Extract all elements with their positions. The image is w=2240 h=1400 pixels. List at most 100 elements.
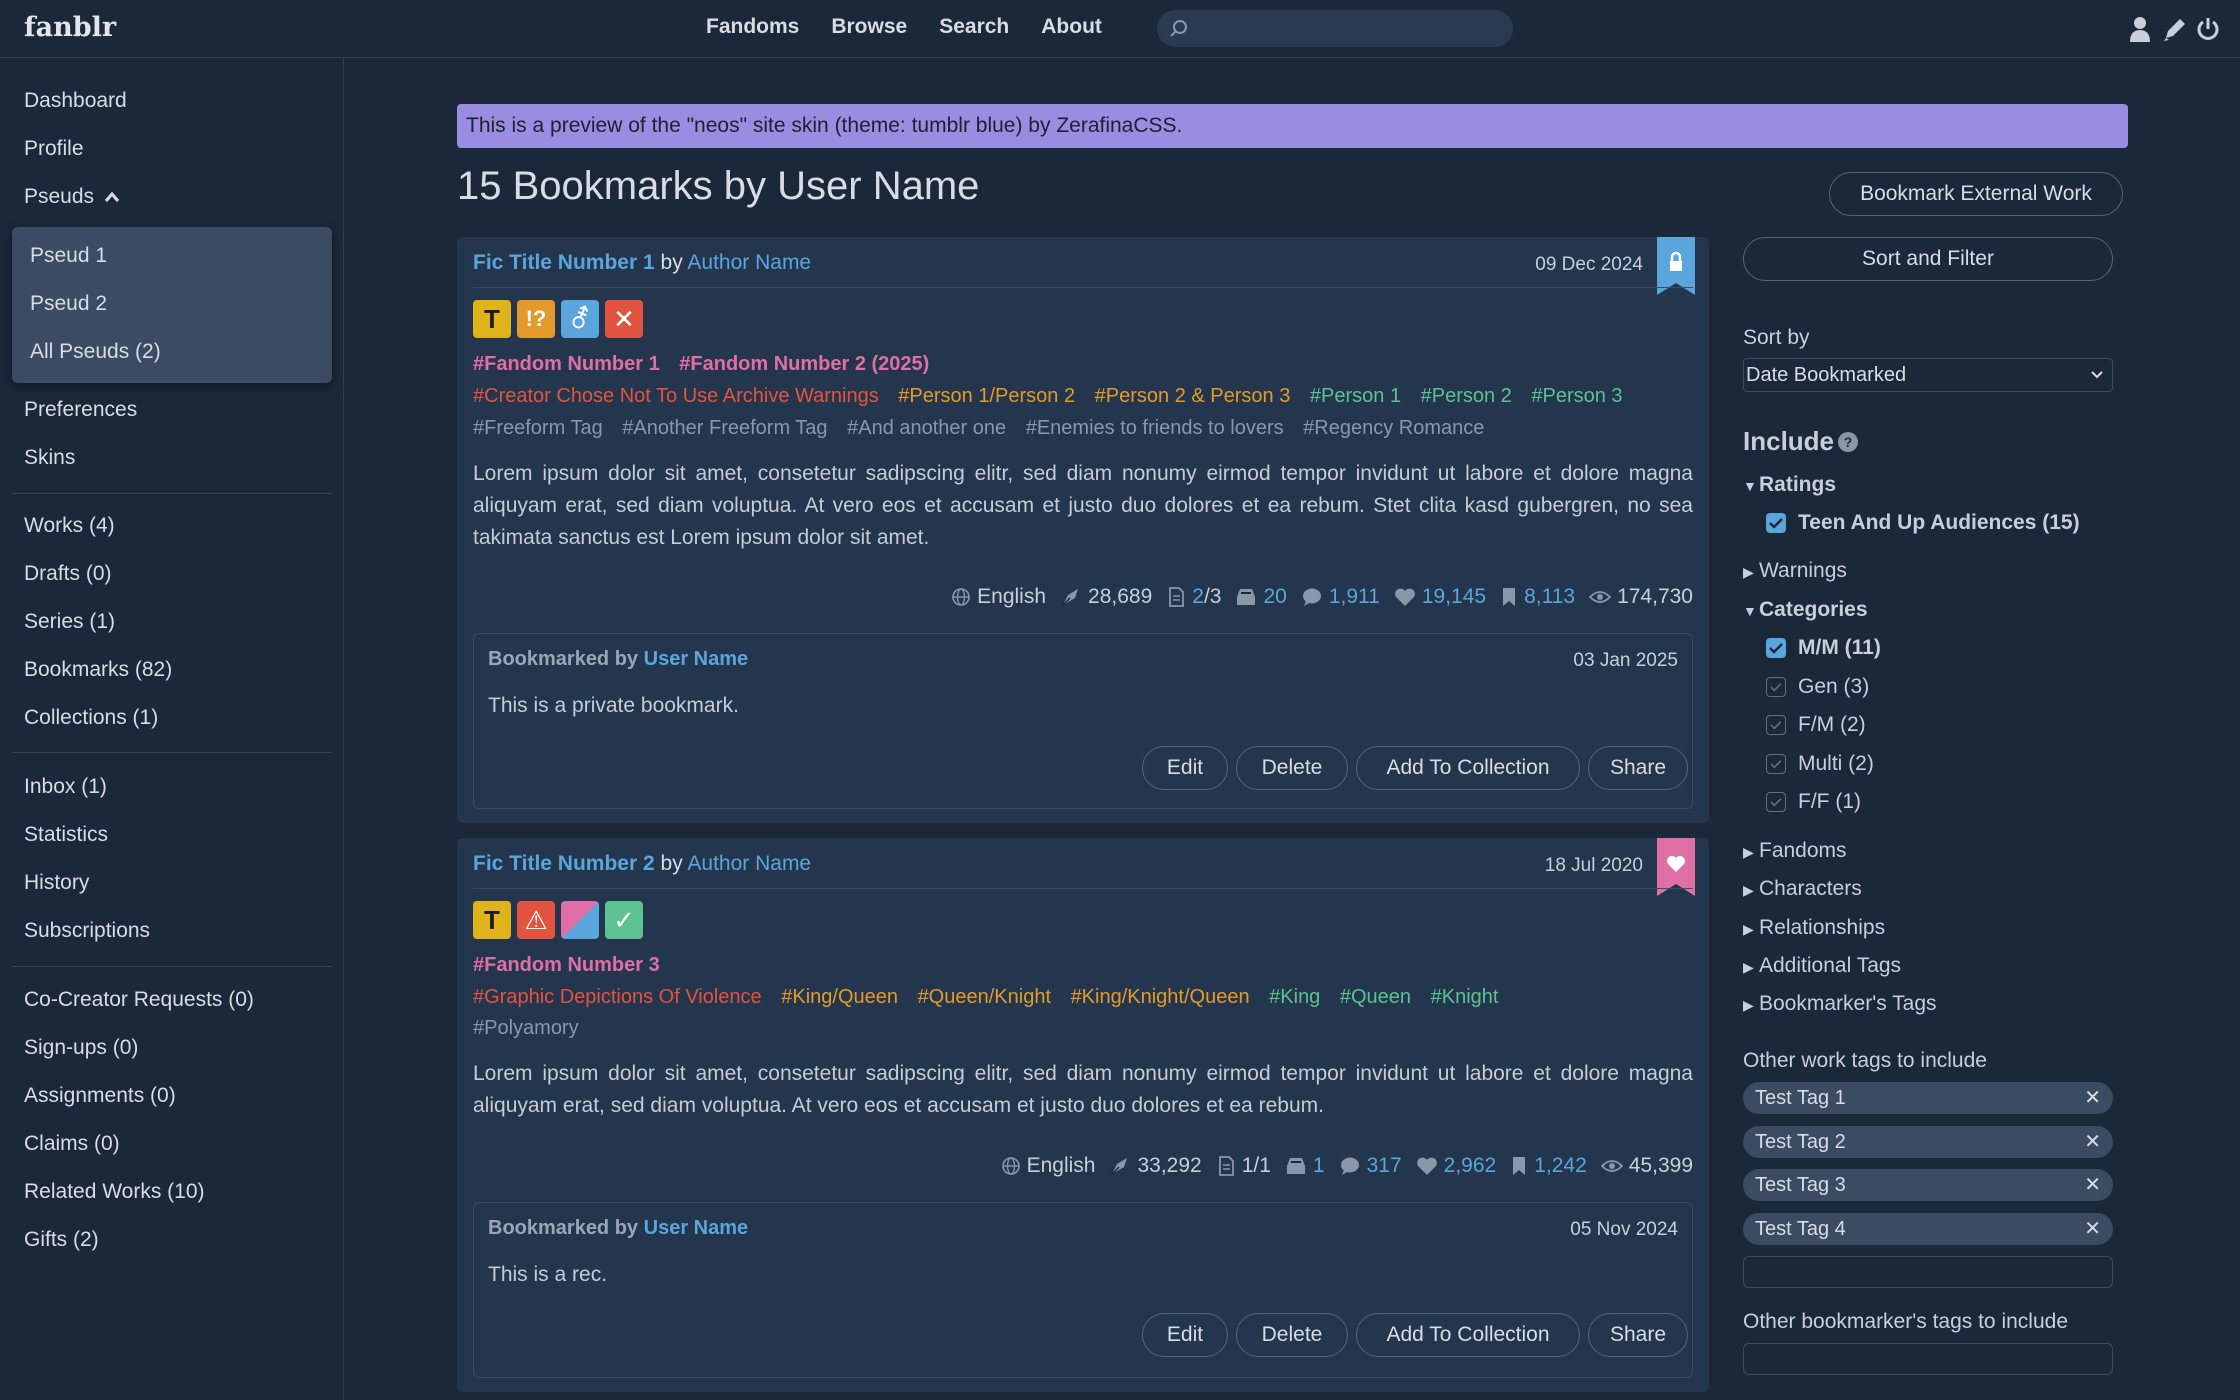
share-button[interactable]: Share	[1588, 1313, 1688, 1357]
other-bookmarker-tags-input[interactable]	[1743, 1343, 2113, 1375]
sidebar-item-subscriptions[interactable]: Subscriptions	[24, 919, 150, 943]
work-title-link[interactable]: Fic Title Number 1	[473, 251, 655, 274]
sidebar-item-inbox[interactable]: Inbox (1)	[24, 775, 107, 799]
chapters-link[interactable]: 2	[1192, 585, 1204, 608]
filter-group-fandoms[interactable]: ▶ Fandoms	[1743, 839, 1847, 863]
nav-about[interactable]: About	[1041, 15, 1102, 39]
nav-search[interactable]: Search	[939, 15, 1009, 39]
freeform-tag[interactable]: #And another one	[847, 417, 1006, 439]
sidebar-item-series[interactable]: Series (1)	[24, 610, 115, 634]
sidebar-item-gifts[interactable]: Gifts (2)	[24, 1228, 99, 1252]
filter-category-multi[interactable]: Multi (2)	[1766, 752, 1874, 776]
sidebar-item-history[interactable]: History	[24, 871, 89, 895]
share-button[interactable]: Share	[1588, 746, 1688, 790]
delete-button[interactable]: Delete	[1236, 1313, 1348, 1357]
sort-by-select[interactable]: Date Bookmarked	[1743, 358, 2113, 392]
filter-group-relationships[interactable]: ▶ Relationships	[1743, 916, 1885, 940]
sidebar-item-skins[interactable]: Skins	[24, 446, 75, 470]
filter-rating-teen[interactable]: Teen And Up Audiences (15)	[1766, 511, 2080, 535]
nav-browse[interactable]: Browse	[831, 15, 907, 39]
comments-link[interactable]: 317	[1367, 1154, 1402, 1178]
checkbox-icon[interactable]	[1766, 677, 1786, 697]
author-link[interactable]: Author Name	[687, 251, 811, 274]
sidebar-item-drafts[interactable]: Drafts (0)	[24, 562, 112, 586]
add-to-collection-button[interactable]: Add To Collection	[1356, 1313, 1580, 1357]
filter-category-gen[interactable]: Gen (3)	[1766, 675, 1869, 699]
other-work-tags-input[interactable]	[1743, 1256, 2113, 1288]
fandom-tag[interactable]: #Fandom Number 3	[473, 954, 660, 976]
user-icon[interactable]	[2128, 16, 2152, 42]
sidebar-item-bookmarks[interactable]: Bookmarks (82)	[24, 658, 172, 682]
kudos-link[interactable]: 2,962	[1444, 1154, 1497, 1178]
character-tag[interactable]: #Knight	[1431, 986, 1499, 1008]
close-icon[interactable]: ✕	[2084, 1129, 2101, 1154]
sidebar-item-related[interactable]: Related Works (10)	[24, 1180, 205, 1204]
checkbox-checked-icon[interactable]	[1766, 513, 1786, 533]
pseud-item-2[interactable]: Pseud 2	[30, 292, 107, 316]
sidebar-item-statistics[interactable]: Statistics	[24, 823, 108, 847]
warning-tag[interactable]: #Graphic Depictions Of Violence	[473, 986, 762, 1008]
sidebar-item-works[interactable]: Works (4)	[24, 514, 115, 538]
character-tag[interactable]: #Person 1	[1310, 385, 1401, 407]
sidebar-item-profile[interactable]: Profile	[24, 137, 84, 161]
checkbox-checked-icon[interactable]	[1766, 638, 1786, 658]
sidebar-item-preferences[interactable]: Preferences	[24, 398, 137, 422]
sidebar-item-collections[interactable]: Collections (1)	[24, 706, 158, 730]
sidebar-item-assignments[interactable]: Assignments (0)	[24, 1084, 176, 1108]
fandom-tag[interactable]: #Fandom Number 2 (2025)	[679, 353, 929, 375]
character-tag[interactable]: #Person 2	[1421, 385, 1512, 407]
kudos-link[interactable]: 19,145	[1422, 585, 1486, 609]
pseud-item-all[interactable]: All Pseuds (2)	[30, 340, 161, 364]
freeform-tag[interactable]: #Freeform Tag	[473, 417, 603, 439]
pseud-item-1[interactable]: Pseud 1	[30, 244, 107, 268]
warning-tag[interactable]: #Creator Chose Not To Use Archive Warnin…	[473, 385, 879, 407]
sidebar-item-signups[interactable]: Sign-ups (0)	[24, 1036, 138, 1060]
collections-link[interactable]: 1	[1313, 1154, 1325, 1178]
pencil-icon[interactable]	[2162, 16, 2186, 42]
edit-button[interactable]: Edit	[1142, 746, 1228, 790]
relationship-tag[interactable]: #Person 1/Person 2	[898, 385, 1075, 407]
fandom-tag[interactable]: #Fandom Number 1	[473, 353, 660, 375]
sidebar-item-pseuds[interactable]: Pseuds	[24, 185, 120, 209]
filter-category-mm[interactable]: M/M (11)	[1766, 636, 1881, 660]
sidebar-item-cocreator[interactable]: Co-Creator Requests (0)	[24, 988, 254, 1012]
close-icon[interactable]: ✕	[2084, 1172, 2101, 1197]
work-title-link[interactable]: Fic Title Number 2	[473, 852, 655, 875]
close-icon[interactable]: ✕	[2084, 1085, 2101, 1110]
bookmarker-link[interactable]: User Name	[644, 1217, 749, 1239]
nav-fandoms[interactable]: Fandoms	[706, 15, 799, 39]
bookmarks-link[interactable]: 8,113	[1524, 585, 1575, 609]
filter-group-characters[interactable]: ▶ Characters	[1743, 877, 1862, 901]
relationship-tag[interactable]: #King/Queen	[781, 986, 898, 1008]
relationship-tag[interactable]: #Person 2 & Person 3	[1095, 385, 1291, 407]
bookmark-external-button[interactable]: Bookmark External Work	[1829, 172, 2123, 216]
collections-link[interactable]: 20	[1263, 585, 1286, 609]
author-link[interactable]: Author Name	[687, 852, 811, 875]
site-logo[interactable]: fanblr	[24, 12, 116, 43]
sidebar-item-claims[interactable]: Claims (0)	[24, 1132, 120, 1156]
freeform-tag[interactable]: #Another Freeform Tag	[622, 417, 827, 439]
help-icon[interactable]: ?	[1838, 432, 1859, 452]
character-tag[interactable]: #Queen	[1340, 986, 1411, 1008]
filter-group-categories[interactable]: ▼ Categories	[1743, 598, 1868, 622]
freeform-tag[interactable]: #Regency Romance	[1303, 417, 1484, 439]
sidebar-item-dashboard[interactable]: Dashboard	[24, 89, 127, 113]
character-tag[interactable]: #Person 3	[1531, 385, 1622, 407]
checkbox-icon[interactable]	[1766, 792, 1786, 812]
bookmarks-link[interactable]: 1,242	[1534, 1154, 1587, 1178]
freeform-tag[interactable]: #Polyamory	[473, 1017, 579, 1039]
checkbox-icon[interactable]	[1766, 715, 1786, 735]
delete-button[interactable]: Delete	[1236, 746, 1348, 790]
comments-link[interactable]: 1,911	[1329, 585, 1380, 609]
bookmarker-link[interactable]: User Name	[644, 648, 749, 670]
filter-group-ratings[interactable]: ▼ Ratings	[1743, 473, 1836, 497]
filter-group-warnings[interactable]: ▶ Warnings	[1743, 559, 1847, 583]
sort-and-filter-button[interactable]: Sort and Filter	[1743, 237, 2113, 281]
search-input[interactable]	[1197, 14, 1497, 43]
relationship-tag[interactable]: #Queen/Knight	[918, 986, 1051, 1008]
add-to-collection-button[interactable]: Add To Collection	[1356, 746, 1580, 790]
close-icon[interactable]: ✕	[2084, 1216, 2101, 1241]
edit-button[interactable]: Edit	[1142, 1313, 1228, 1357]
filter-group-bookmarker-tags[interactable]: ▶ Bookmarker's Tags	[1743, 992, 1937, 1016]
character-tag[interactable]: #King	[1269, 986, 1320, 1008]
